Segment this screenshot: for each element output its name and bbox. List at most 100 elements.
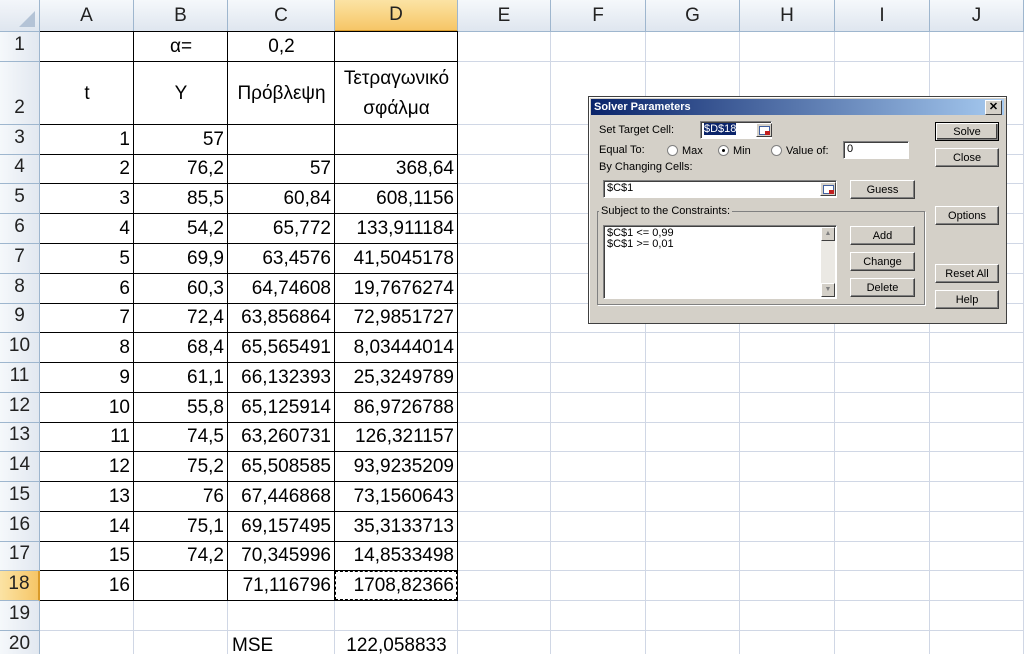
cell-d16[interactable]: 35,3133713 <box>335 512 458 542</box>
cell-b7[interactable]: 69,9 <box>134 244 228 274</box>
cell-c16[interactable]: 69,157495 <box>228 512 335 542</box>
row-header-1[interactable]: 1 <box>0 32 40 62</box>
radio-value-of[interactable] <box>771 145 782 156</box>
row-header-16[interactable]: 16 <box>0 512 40 542</box>
cell-a6[interactable]: 4 <box>40 214 134 244</box>
cell-c9[interactable]: 63,856864 <box>228 304 335 333</box>
reset-all-button[interactable]: Reset All <box>935 264 999 283</box>
cell-d4[interactable]: 368,64 <box>335 155 458 184</box>
cell-d13[interactable]: 126,321157 <box>335 423 458 452</box>
row-header-18[interactable]: 18 <box>0 571 40 601</box>
cell-a2[interactable]: t <box>40 62 134 125</box>
row-header-15[interactable]: 15 <box>0 482 40 512</box>
cell-b3[interactable]: 57 <box>134 125 228 155</box>
cell-b6[interactable]: 54,2 <box>134 214 228 244</box>
cell-d15[interactable]: 73,1560643 <box>335 482 458 512</box>
row-header-19[interactable]: 19 <box>0 601 40 631</box>
close-button[interactable]: Close <box>935 148 999 167</box>
select-all-corner[interactable] <box>0 0 40 32</box>
add-button[interactable]: Add <box>850 226 915 245</box>
column-header-a[interactable]: A <box>40 0 134 32</box>
row-header-3[interactable]: 3 <box>0 125 40 155</box>
row-header-10[interactable]: 10 <box>0 333 40 363</box>
cell-b13[interactable]: 74,5 <box>134 423 228 452</box>
cell-c20[interactable]: MSE <box>228 631 335 654</box>
column-header-e[interactable]: E <box>458 0 551 32</box>
changing-cells-collapse-button[interactable] <box>820 182 836 196</box>
options-button[interactable]: Options <box>935 206 999 225</box>
cell-a10[interactable]: 8 <box>40 333 134 363</box>
cell-d2[interactable]: Τετραγωνικό σφάλμα <box>335 62 458 125</box>
cell-b12[interactable]: 55,8 <box>134 393 228 423</box>
cell-b15[interactable]: 76 <box>134 482 228 512</box>
cell-a13[interactable]: 11 <box>40 423 134 452</box>
cell-a18[interactable]: 16 <box>40 571 134 601</box>
radio-max[interactable] <box>667 145 678 156</box>
cell-a15[interactable]: 13 <box>40 482 134 512</box>
column-header-i[interactable]: I <box>835 0 930 32</box>
cell-c13[interactable]: 63,260731 <box>228 423 335 452</box>
cell-c14[interactable]: 65,508585 <box>228 452 335 482</box>
guess-button[interactable]: Guess <box>850 180 915 199</box>
cell-c6[interactable]: 65,772 <box>228 214 335 244</box>
cell-d20[interactable]: 122,058833 <box>335 631 458 654</box>
cell-c15[interactable]: 67,446868 <box>228 482 335 512</box>
cell-c17[interactable]: 70,345996 <box>228 542 335 571</box>
cell-a17[interactable]: 15 <box>40 542 134 571</box>
column-header-d[interactable]: D <box>335 0 458 32</box>
cell-b8[interactable]: 60,3 <box>134 274 228 304</box>
column-header-b[interactable]: B <box>134 0 228 32</box>
column-header-f[interactable]: F <box>551 0 646 32</box>
column-header-h[interactable]: H <box>740 0 835 32</box>
cell-a16[interactable]: 14 <box>40 512 134 542</box>
dialog-title-bar[interactable]: Solver Parameters ✕ <box>591 99 1004 115</box>
cell-d14[interactable]: 93,9235209 <box>335 452 458 482</box>
cell-b16[interactable]: 75,1 <box>134 512 228 542</box>
cell-b1[interactable]: α= <box>134 32 228 62</box>
cell-a5[interactable]: 3 <box>40 184 134 214</box>
row-header-12[interactable]: 12 <box>0 393 40 423</box>
scroll-down-icon[interactable]: ▼ <box>821 283 835 297</box>
cell-a8[interactable]: 6 <box>40 274 134 304</box>
cell-c7[interactable]: 63,4576 <box>228 244 335 274</box>
column-header-j[interactable]: J <box>930 0 1024 32</box>
row-header-9[interactable]: 9 <box>0 304 40 333</box>
cell-b2[interactable]: Y <box>134 62 228 125</box>
row-header-17[interactable]: 17 <box>0 542 40 571</box>
row-header-20[interactable]: 20 <box>0 631 40 654</box>
cell-a9[interactable]: 7 <box>40 304 134 333</box>
cell-a11[interactable]: 9 <box>40 363 134 393</box>
cell-d17[interactable]: 14,8533498 <box>335 542 458 571</box>
cell-a3[interactable]: 1 <box>40 125 134 155</box>
cell-d9[interactable]: 72,9851727 <box>335 304 458 333</box>
cell-d6[interactable]: 133,911184 <box>335 214 458 244</box>
constraints-list[interactable]: $C$1 <= 0,99 $C$1 >= 0,01 ▲ ▼ <box>603 225 837 299</box>
cell-a12[interactable]: 10 <box>40 393 134 423</box>
change-button[interactable]: Change <box>850 252 915 271</box>
row-header-8[interactable]: 8 <box>0 274 40 304</box>
cell-c8[interactable]: 64,74608 <box>228 274 335 304</box>
cell-c12[interactable]: 65,125914 <box>228 393 335 423</box>
delete-button[interactable]: Delete <box>850 278 915 297</box>
cell-d8[interactable]: 19,7676274 <box>335 274 458 304</box>
cell-d5[interactable]: 608,1156 <box>335 184 458 214</box>
constraints-scrollbar[interactable]: ▲ ▼ <box>821 227 835 297</box>
cell-a4[interactable]: 2 <box>40 155 134 184</box>
cell-c11[interactable]: 66,132393 <box>228 363 335 393</box>
row-header-11[interactable]: 11 <box>0 363 40 393</box>
row-header-13[interactable]: 13 <box>0 423 40 452</box>
column-header-g[interactable]: G <box>646 0 740 32</box>
row-header-14[interactable]: 14 <box>0 452 40 482</box>
cell-d11[interactable]: 25,3249789 <box>335 363 458 393</box>
cell-d12[interactable]: 86,9726788 <box>335 393 458 423</box>
cell-c4[interactable]: 57 <box>228 155 335 184</box>
cell-b4[interactable]: 76,2 <box>134 155 228 184</box>
row-header-6[interactable]: 6 <box>0 214 40 244</box>
cell-d7[interactable]: 41,5045178 <box>335 244 458 274</box>
cell-b5[interactable]: 85,5 <box>134 184 228 214</box>
cell-c2[interactable]: Πρόβλεψη <box>228 62 335 125</box>
column-header-c[interactable]: C <box>228 0 335 32</box>
row-header-7[interactable]: 7 <box>0 244 40 274</box>
changing-cells-input[interactable]: $C$1 <box>603 180 837 198</box>
cell-c18[interactable]: 71,116796 <box>228 571 335 601</box>
